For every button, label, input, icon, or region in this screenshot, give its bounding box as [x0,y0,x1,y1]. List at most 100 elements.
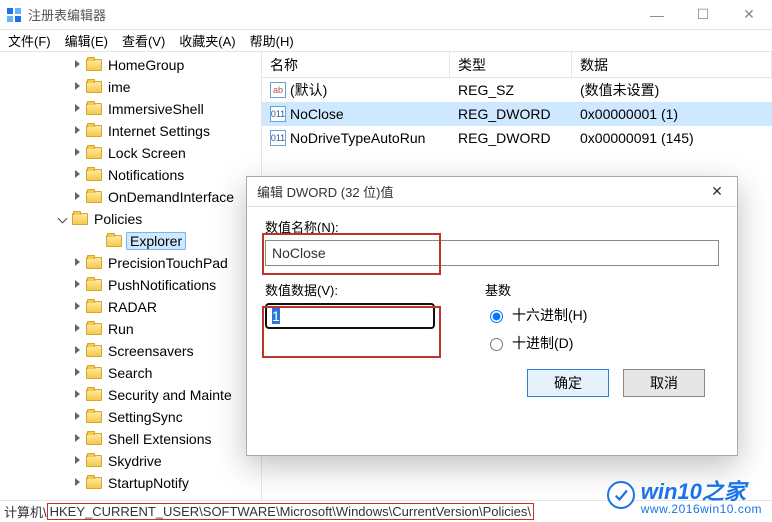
expand-icon[interactable] [72,279,84,291]
window-close-button[interactable]: ✕ [726,0,772,30]
expand-icon[interactable] [72,367,84,379]
tree-item[interactable]: HomeGroup [0,54,261,76]
regedit-icon [6,7,22,23]
tree-item[interactable]: Notifications [0,164,261,186]
tree-item[interactable]: ime [0,76,261,98]
folder-icon [86,257,102,269]
radio-hex-input[interactable] [490,310,503,323]
menu-view[interactable]: 查看(V) [122,31,165,50]
binary-value-icon: 011 [270,106,286,122]
tree-item-label: ime [106,79,133,95]
tree-item-label: RADAR [106,299,159,315]
tree-item[interactable]: Search [0,362,261,384]
expand-icon[interactable] [72,301,84,313]
expand-icon[interactable] [72,455,84,467]
value-data: 0x00000091 (145) [572,130,772,146]
expand-icon[interactable] [72,433,84,445]
tree-item[interactable]: ImmersiveShell [0,98,261,120]
column-type[interactable]: 类型 [450,52,572,77]
tree-item[interactable]: SettingSync [0,406,261,428]
expand-icon[interactable] [72,389,84,401]
expand-icon[interactable] [72,345,84,357]
expand-icon[interactable] [72,59,84,71]
expand-icon[interactable] [72,477,84,489]
tree-item[interactable]: Run [0,318,261,340]
folder-icon [86,323,102,335]
expand-icon[interactable] [72,103,84,115]
expand-icon[interactable] [72,125,84,137]
tree-item-label: SettingSync [106,409,185,425]
value-data-input[interactable] [265,303,435,329]
folder-icon [86,81,102,93]
tree-item[interactable]: PrecisionTouchPad [0,252,261,274]
tree-item[interactable]: OnDemandInterface [0,186,261,208]
tree-item[interactable]: Policies [0,208,261,230]
tree-item-label: ImmersiveShell [106,101,206,117]
list-row[interactable]: ab(默认)REG_SZ(数值未设置) [262,78,772,102]
list-row[interactable]: 011NoDriveTypeAutoRunREG_DWORD0x00000091… [262,126,772,150]
folder-icon [86,103,102,115]
expand-icon [92,235,104,247]
tree-item-label: StartupNotify [106,475,191,491]
menu-file[interactable]: 文件(F) [8,31,51,50]
expand-icon[interactable] [72,257,84,269]
folder-icon [86,433,102,445]
tree-item[interactable]: Explorer [0,230,261,252]
expand-icon[interactable] [72,147,84,159]
edit-dword-dialog: 编辑 DWORD (32 位)值 ✕ 数值名称(N): 数值数据(V): 基数 … [246,176,738,456]
tree-item[interactable]: StartupNotify [0,472,261,494]
tree-item-label: Policies [92,211,144,227]
tree-item-label: OnDemandInterface [106,189,236,205]
list-row[interactable]: 011NoCloseREG_DWORD0x00000001 (1) [262,102,772,126]
value-name-input[interactable] [265,240,719,266]
cancel-button[interactable]: 取消 [623,369,705,397]
tree-item[interactable]: Skydrive [0,450,261,472]
tree-item[interactable]: Screensavers [0,340,261,362]
tree-item-label: Internet Settings [106,123,212,139]
tree-item-label: Screensavers [106,343,196,359]
expand-icon[interactable] [72,191,84,203]
value-type: REG_DWORD [450,130,572,146]
column-data[interactable]: 数据 [572,52,772,77]
tree-item[interactable]: Lock Screen [0,142,261,164]
window-minimize-button[interactable]: — [634,0,680,30]
tree-item[interactable]: Security and Mainte [0,384,261,406]
tree-item[interactable]: PushNotifications [0,274,261,296]
menu-edit[interactable]: 编辑(E) [65,31,108,50]
folder-icon [86,301,102,313]
list-header: 名称 类型 数据 [262,52,772,78]
value-data: (数值未设置) [572,80,772,100]
expand-icon[interactable] [72,411,84,423]
folder-icon [86,147,102,159]
expand-icon[interactable] [72,169,84,181]
tree-item-label: HomeGroup [106,57,186,73]
statusbar-prefix: 计算机\ [4,502,47,521]
tree-item-label: Skydrive [106,453,164,469]
expand-icon[interactable] [72,323,84,335]
folder-icon [86,191,102,203]
tree-item[interactable]: Shell Extensions [0,428,261,450]
radio-dec-input[interactable] [490,338,503,351]
tree-item[interactable]: Internet Settings [0,120,261,142]
radio-dec[interactable]: 十进制(D) [485,333,587,353]
menu-favorites[interactable]: 收藏夹(A) [179,31,235,50]
expand-icon[interactable] [72,81,84,93]
dialog-title-text: 编辑 DWORD (32 位)值 [257,182,394,201]
column-name[interactable]: 名称 [262,52,450,77]
window-maximize-button[interactable]: ☐ [680,0,726,30]
window-titlebar: 注册表编辑器 — ☐ ✕ [0,0,772,30]
folder-icon [86,345,102,357]
folder-icon [86,367,102,379]
folder-icon [72,213,88,225]
menu-help[interactable]: 帮助(H) [250,31,294,50]
dialog-close-button[interactable]: ✕ [697,177,737,207]
expand-icon[interactable] [58,213,70,225]
tree-pane[interactable]: HomeGroup ime ImmersiveShell Internet Setti… [0,52,262,500]
tree-item-label: Lock Screen [106,145,188,161]
tree-item[interactable]: RADAR [0,296,261,318]
radio-hex[interactable]: 十六进制(H) [485,305,587,325]
tree-item-label: PrecisionTouchPad [106,255,230,271]
tree-item-label: Search [106,365,154,381]
ok-button[interactable]: 确定 [527,369,609,397]
tree-item-label: Shell Extensions [106,431,214,447]
